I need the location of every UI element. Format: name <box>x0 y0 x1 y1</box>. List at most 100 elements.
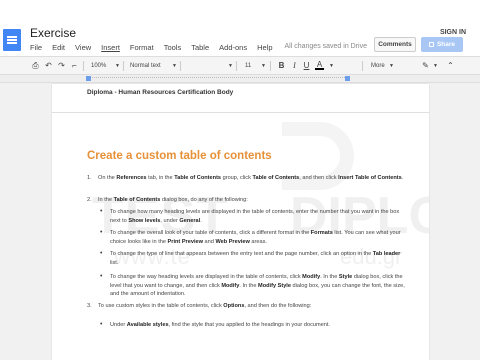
item-text: and <box>202 238 216 245</box>
bold-term: Web Preview <box>215 238 250 245</box>
item-text: To change the type of line that appears … <box>110 251 373 257</box>
italic-icon[interactable]: I <box>290 60 299 72</box>
menu-insert[interactable]: Insert <box>101 43 120 52</box>
bullet-item: • To change the overall look of your tabl… <box>100 229 407 246</box>
right-indent-marker[interactable] <box>345 76 350 81</box>
item-text: dialog box, do any of the following: <box>160 197 248 203</box>
bold-term: Print Preview <box>167 238 203 245</box>
bold-term: Tab leader <box>372 251 401 257</box>
font-size-select[interactable]: 11 <box>245 60 251 72</box>
item-text: To change the overall look of your table… <box>110 230 311 236</box>
bullet-marker: • <box>100 273 103 280</box>
bold-icon[interactable]: B <box>277 60 286 72</box>
toolbar-divider <box>270 61 271 71</box>
toolbar-divider <box>362 61 363 71</box>
numbered-item: 3. To use custom styles in the table of c… <box>87 302 407 311</box>
bold-term: Formats <box>310 230 333 236</box>
save-status: All changes saved in Drive <box>284 43 368 50</box>
item-text: In the <box>98 197 114 203</box>
document-title[interactable]: Exercise <box>30 26 76 40</box>
menu-view[interactable]: View <box>75 43 91 52</box>
chevron-down-icon: ▼ <box>329 63 334 69</box>
bold-term: Table of Contents <box>252 175 300 181</box>
item-text: tab, in the <box>146 175 175 181</box>
bold-term: Available styles <box>126 322 169 328</box>
share-button[interactable]: Share <box>421 37 463 52</box>
redo-icon[interactable]: ↷ <box>57 60 66 72</box>
bullet-marker: • <box>100 208 103 215</box>
bullet-item: • To change the type of line that appears… <box>100 250 407 267</box>
sign-in-link[interactable]: SIGN IN <box>440 29 466 36</box>
bold-term: Insert Table of Contents <box>338 175 402 181</box>
document-page[interactable]: TEST DIPLOMA www.te edu.gr Diploma - Hum… <box>52 84 429 360</box>
bold-term: Modify Style <box>258 282 291 289</box>
menu-table[interactable]: Table <box>191 43 209 52</box>
bullet-marker: • <box>100 229 103 236</box>
item-text: , under <box>160 217 180 224</box>
item-text: . <box>401 175 404 181</box>
menu-file[interactable]: File <box>30 43 42 52</box>
menu-edit[interactable]: Edit <box>52 43 65 52</box>
ruler-track <box>87 77 347 81</box>
toolbar-divider <box>180 61 181 71</box>
item-text: . <box>200 217 202 224</box>
item-text: list. <box>110 259 119 266</box>
bold-term: Options <box>223 303 245 309</box>
formatting-toolbar: ⎙ ↶ ↷ ⌐ 100% ▼ Normal text ▼ Arial ▼ 11 … <box>0 56 480 75</box>
bold-term: Show levels <box>128 217 161 224</box>
bullet-item: • To change the way heading levels are di… <box>100 273 407 299</box>
underline-icon[interactable]: U <box>302 60 311 72</box>
bullet-item: • Under Available styles, find the style … <box>100 321 407 330</box>
document-header-text: Diploma - Human Resources Certification … <box>87 89 234 96</box>
menu-add-ons[interactable]: Add-ons <box>219 43 247 52</box>
undo-icon[interactable]: ↶ <box>44 60 53 72</box>
print-icon[interactable]: ⎙ <box>31 60 40 72</box>
bold-term: References <box>116 175 147 181</box>
chevron-down-icon: ▼ <box>228 63 233 69</box>
font-select[interactable]: Arial <box>186 60 198 72</box>
ruler[interactable] <box>0 75 480 83</box>
collapse-icon[interactable]: ⌃ <box>446 60 455 72</box>
more-button[interactable]: More <box>371 60 385 72</box>
item-text: To use custom styles in the table of con… <box>98 303 224 309</box>
toolbar-divider <box>236 61 237 71</box>
item-text: On the <box>98 175 117 181</box>
docs-logo-icon[interactable] <box>3 29 21 51</box>
left-indent-marker[interactable] <box>86 76 91 81</box>
text-color-icon[interactable]: A <box>315 60 324 70</box>
item-text: To change the way heading levels are dis… <box>110 274 303 280</box>
menu-help[interactable]: Help <box>257 43 272 52</box>
pencil-icon[interactable]: ✎ <box>421 60 430 72</box>
item-text: , and then click <box>299 175 339 181</box>
menu-bar: File Edit View Insert Format Tools Table… <box>30 43 377 52</box>
list-number: 2. <box>87 197 92 203</box>
bold-term: Table of Contents <box>174 175 222 181</box>
chevron-down-icon: ▼ <box>433 63 438 69</box>
comments-button[interactable]: Comments <box>374 37 416 52</box>
bullet-item: • To change how many heading levels are d… <box>100 208 407 225</box>
chevron-down-icon: ▼ <box>115 63 120 69</box>
menu-tools[interactable]: Tools <box>164 43 182 52</box>
chevron-down-icon: ▼ <box>172 63 177 69</box>
bold-term: Modify <box>221 282 240 289</box>
numbered-item: 2. In the Table of Contents dialog box, d… <box>87 196 407 205</box>
paint-format-icon[interactable]: ⌐ <box>70 60 79 72</box>
numbered-item: 1. On the References tab, in the Table of… <box>87 174 407 183</box>
item-text: areas. <box>249 238 267 245</box>
item-text: , find the style that you applied to the… <box>168 322 330 328</box>
style-select[interactable]: Normal text <box>130 60 161 72</box>
item-text: . In the <box>320 274 339 280</box>
bold-term: Modify <box>302 274 321 280</box>
menu-format[interactable]: Format <box>130 43 154 52</box>
chevron-down-icon: ▼ <box>389 63 394 69</box>
item-text: , and then do the following: <box>244 303 312 309</box>
list-number: 3. <box>87 303 92 309</box>
item-text: group, click <box>221 175 253 181</box>
zoom-select[interactable]: 100% <box>91 60 106 72</box>
bold-term: General <box>179 217 201 224</box>
chevron-down-icon: ▼ <box>261 63 266 69</box>
document-heading: Create a custom table of contents <box>87 150 272 162</box>
item-text: . In the <box>239 282 259 289</box>
header-divider <box>52 112 429 113</box>
toolbar-divider <box>123 61 124 71</box>
